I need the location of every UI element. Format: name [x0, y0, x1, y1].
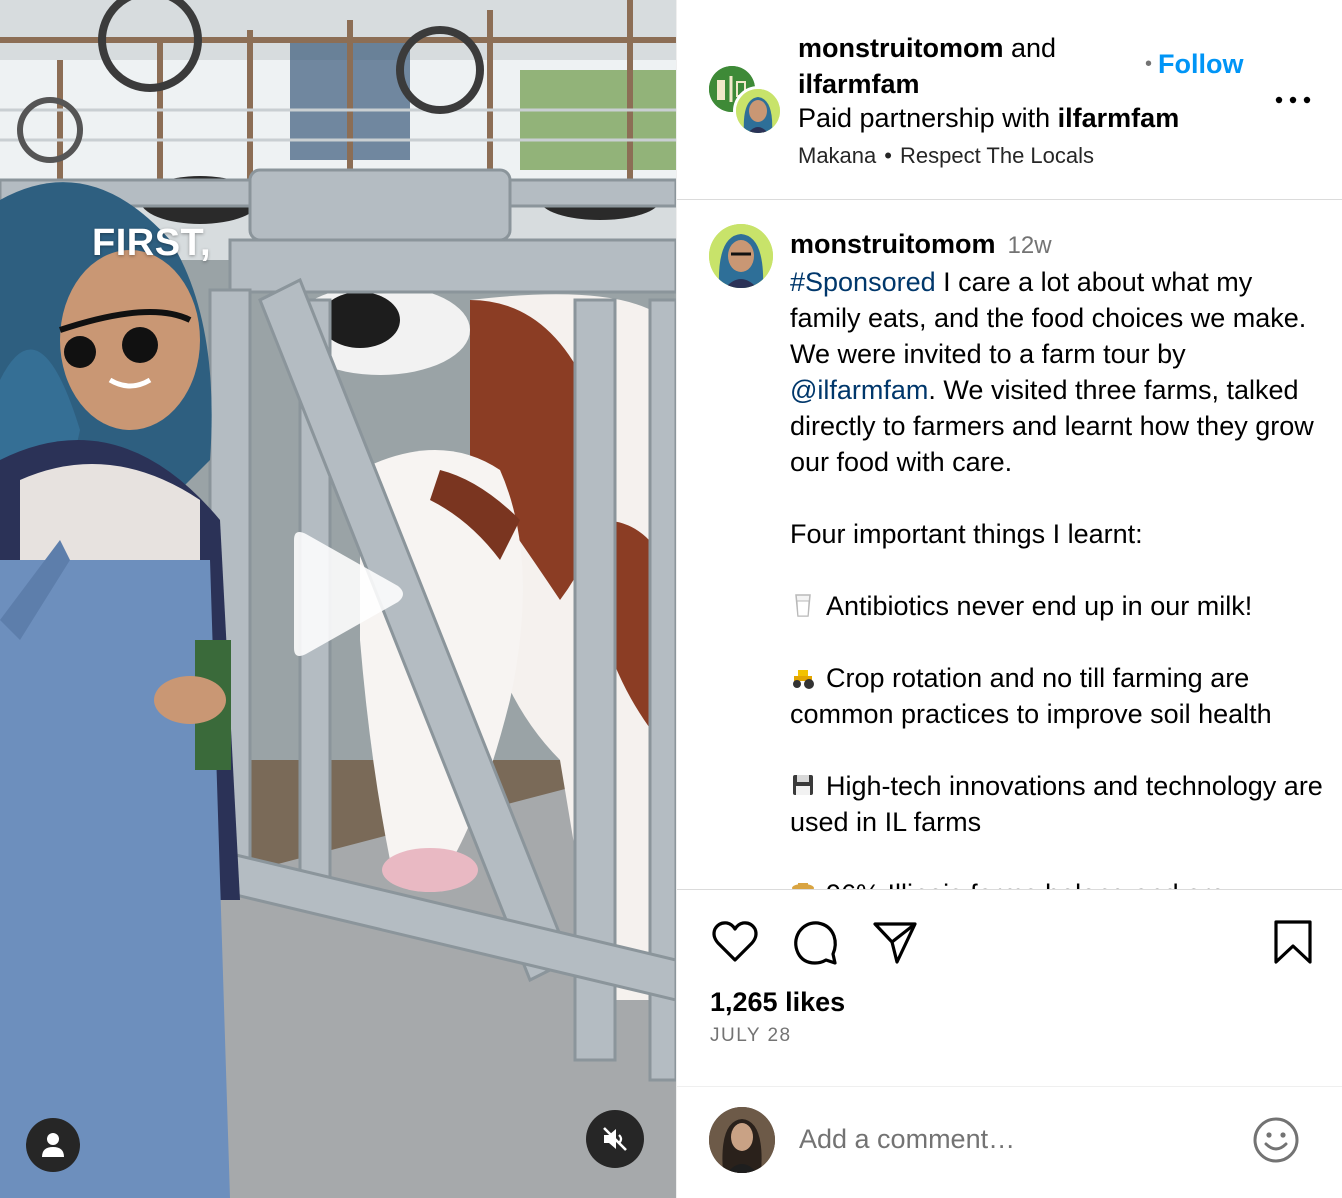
- comment-button[interactable]: [789, 916, 841, 968]
- coauthor-username[interactable]: ilfarmfam: [798, 69, 920, 99]
- collab-avatars[interactable]: [709, 66, 783, 136]
- avatar-portrait: [709, 1107, 775, 1173]
- author-username[interactable]: monstruitomom: [798, 33, 1004, 63]
- avatar-portrait: [709, 224, 773, 288]
- play-button[interactable]: [282, 528, 408, 660]
- post-sidebar: monstruitomom and ilfarmfam • Follow Paid…: [676, 0, 1342, 1198]
- follow-separator: •: [1145, 53, 1153, 75]
- heart-icon: [712, 921, 758, 962]
- mention-link[interactable]: @ilfarmfam: [790, 375, 928, 405]
- save-button[interactable]: [1267, 916, 1319, 968]
- emoji-picker-button[interactable]: [1251, 1115, 1301, 1165]
- tractor-icon: [793, 670, 814, 689]
- like-button[interactable]: [709, 916, 761, 968]
- caption-point-1: Antibiotics never end up in our milk!: [826, 591, 1253, 621]
- speaker-muted-icon: [603, 1127, 627, 1151]
- monstruitomom-avatar-small[interactable]: [733, 86, 783, 136]
- floppy-disk-icon: [793, 775, 813, 795]
- comment-icon: [794, 921, 837, 965]
- paid-partnership-prefix: Paid partnership with: [798, 103, 1051, 133]
- tagged-users-button[interactable]: [26, 1118, 80, 1172]
- caption-area: monstruitomom 12w #Sponsored I care a lot…: [677, 200, 1342, 890]
- audio-artist[interactable]: Makana: [798, 143, 876, 168]
- caption-paragraph: High-tech innovations and technology are…: [790, 768, 1330, 840]
- comment-input[interactable]: [799, 1117, 1229, 1161]
- authors-conjunction: and: [1011, 33, 1057, 63]
- caption-paragraph: Crop rotation and no till farming are co…: [790, 660, 1330, 732]
- comment-bar: [677, 1086, 1342, 1198]
- bookmark-icon: [1274, 920, 1312, 964]
- caption-point-3: High-tech innovations and technology are…: [790, 771, 1323, 837]
- farmer-icon: [792, 883, 814, 889]
- smiley-icon: [1253, 1117, 1299, 1163]
- follow-button[interactable]: Follow: [1158, 49, 1243, 79]
- share-icon: [873, 922, 917, 964]
- caption-point-2: Crop rotation and no till farming are co…: [790, 663, 1272, 729]
- paid-partner-link[interactable]: ilfarmfam: [1058, 103, 1180, 133]
- caption-author-avatar[interactable]: [709, 224, 773, 288]
- caption-point-4: 96% Illinois farms belong and are: [826, 879, 1225, 889]
- hashtag-link[interactable]: #Sponsored: [790, 267, 936, 297]
- caption-username[interactable]: monstruitomom: [790, 229, 996, 259]
- audio-separator: •: [884, 143, 892, 168]
- audio-track[interactable]: Respect The Locals: [900, 143, 1094, 168]
- audio-attribution[interactable]: Makana • Respect The Locals: [798, 142, 1094, 170]
- caption-paragraph: monstruitomom 12w #Sponsored I care a lot…: [790, 226, 1330, 480]
- follow-area: • Follow: [1145, 46, 1244, 82]
- post-header: monstruitomom and ilfarmfam • Follow Paid…: [677, 0, 1342, 200]
- likes-count[interactable]: 1,265 likes: [710, 984, 845, 1020]
- caption-paragraph: Antibiotics never end up in our milk!: [790, 588, 1330, 624]
- mute-toggle-button[interactable]: [586, 1110, 644, 1168]
- action-bar: [677, 916, 1342, 976]
- viewer-avatar[interactable]: [709, 1107, 775, 1173]
- paid-partnership-label: Paid partnership with ilfarmfam: [798, 100, 1179, 136]
- more-horizontal-icon: [1275, 96, 1311, 104]
- play-icon: [294, 532, 403, 656]
- post-date[interactable]: JULY 28: [710, 1022, 792, 1050]
- post-video[interactable]: FIRST,: [0, 0, 676, 1198]
- caption-paragraph: Four important things I learnt:: [790, 519, 1143, 549]
- avatar-portrait: [736, 89, 780, 133]
- share-button[interactable]: [869, 916, 921, 968]
- more-options-button[interactable]: [1273, 86, 1313, 114]
- video-overlay-text: FIRST,: [92, 222, 212, 264]
- caption-body: monstruitomom 12w #Sponsored I care a lot…: [790, 226, 1330, 889]
- milk-glass-icon: [795, 594, 811, 617]
- caption-time[interactable]: 12w: [1008, 232, 1052, 259]
- person-icon: [42, 1133, 64, 1157]
- caption-paragraph: 96% Illinois farms belong and are: [790, 876, 1330, 889]
- post-authors: monstruitomom and ilfarmfam: [798, 30, 1158, 102]
